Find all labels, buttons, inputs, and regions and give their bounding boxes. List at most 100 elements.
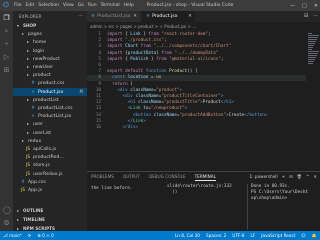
more-actions-icon[interactable]: ···	[78, 13, 83, 19]
folder-item[interactable]: ▸ login	[13, 47, 87, 55]
code-line[interactable]: import Chart from "../../components/char…	[107, 44, 231, 49]
file-item[interactable]: # product.css	[13, 79, 87, 87]
terminal-output-middle[interactable]: slide\router\route.js:332 ))	[167, 184, 232, 196]
code-line[interactable]: </Link>	[107, 119, 146, 124]
code-token: "product"	[156, 87, 180, 93]
terminal-shell-select[interactable]: 1: powershell	[250, 174, 278, 180]
close-panel-icon[interactable]: ✕	[313, 174, 317, 180]
menu-run[interactable]: Run	[88, 3, 97, 8]
panel-tab-debug-console[interactable]: DEBUG CONSOLE	[149, 174, 186, 181]
breadcrumb[interactable]: admin > src > pages > product > ⚛ Produc…	[90, 23, 196, 30]
menu-terminal[interactable]: Terminal	[101, 3, 120, 8]
file-item[interactable]: # productList.css	[13, 104, 87, 112]
tree-item-label: redux	[28, 138, 42, 144]
minimap[interactable]	[306, 30, 320, 171]
maximize-icon[interactable]: □	[302, 3, 307, 9]
code-line[interactable]: <div className="product">	[107, 88, 182, 93]
code-line[interactable]: <Link to="/newproduct">	[107, 106, 188, 111]
status-right-item[interactable]: UTF-8	[232, 231, 244, 240]
code-line[interactable]: import { Link } from "react-router-dom";	[107, 32, 211, 37]
code-line[interactable]: import { Publish } from "@material-ui/ic…	[107, 57, 223, 62]
code-line[interactable]: const location = us	[107, 75, 161, 80]
status-right-item[interactable]: Spaces: 2	[206, 231, 226, 240]
account-icon[interactable]: ◯	[3, 207, 11, 214]
terminal-output-right[interactable]: Done in 80.93s. PS C:\Users\Your\Deskt op\…	[251, 184, 308, 202]
code-token: import	[107, 38, 123, 44]
status-right-item[interactable]: ☺	[301, 231, 305, 240]
code-token: >	[220, 94, 224, 99]
menu-edit[interactable]: Edit	[26, 3, 35, 8]
code-line[interactable]: import {productData} from "../../dummyDa…	[107, 51, 218, 56]
panel-tab-terminal[interactable]: TERMINAL	[194, 174, 216, 181]
code-token: from	[138, 44, 151, 50]
panel-tab-output[interactable]: OUTPUT	[123, 174, 140, 181]
file-item[interactable]: ⚛ Product.jsx M	[13, 87, 87, 96]
status-right-item[interactable]: 🔔	[312, 231, 317, 240]
panel-tab-problems[interactable]: PROBLEMS	[91, 174, 114, 181]
status-right-item[interactable]: JavaScript React	[261, 231, 295, 240]
code-line[interactable]: import "./product.css";	[107, 38, 167, 43]
file-item[interactable]: JS App.js	[13, 186, 87, 194]
source-control-icon[interactable]: ⑂	[3, 41, 10, 48]
close-tab-icon[interactable]: ✕	[188, 11, 192, 22]
folder-item[interactable]: ▸ product	[13, 71, 87, 79]
code-token: "@material-ui/icons"	[166, 56, 221, 62]
folder-item[interactable]: ▸ pages	[13, 30, 87, 38]
minimap-line	[308, 61, 314, 62]
folder-item[interactable]: ▸ home	[13, 38, 87, 46]
new-terminal-icon[interactable]: +	[282, 174, 286, 180]
code-line[interactable]: <h1 className="productTitle">Product</h1…	[107, 100, 234, 105]
kill-terminal-icon[interactable]: 🗑	[297, 174, 302, 180]
extensions-icon[interactable]: ⊞	[3, 67, 10, 74]
code-editor[interactable]: 1 import { Link } from "react-router-dom"…	[87, 30, 320, 171]
code-line[interactable]: export default function Product() {	[107, 69, 198, 74]
tab-product-jsx[interactable]: ⚛ Product.jsx ✕	[142, 11, 196, 22]
folder-item[interactable]: ▸ newUser	[13, 63, 87, 71]
code-line[interactable]: </div>	[107, 125, 139, 130]
file-item[interactable]: JS apiCalls.js	[13, 145, 87, 153]
terminal-output-left[interactable]: the line before.	[91, 186, 132, 192]
close-tab-icon[interactable]: ✕	[133, 11, 137, 22]
menu-file[interactable]: File	[14, 3, 22, 8]
file-item[interactable]: JS userRedux.js	[13, 170, 87, 178]
split-editor-icon[interactable]: ⊟	[304, 11, 308, 22]
status-left-item[interactable]: ⊗ 0 ⚠ 0	[37, 231, 54, 240]
folder-item[interactable]: ▸ user	[13, 120, 87, 128]
folder-item[interactable]: ▸ newProduct	[13, 55, 87, 63]
close-icon[interactable]: ✕	[314, 3, 318, 9]
maximize-panel-icon[interactable]: ^	[306, 174, 310, 180]
status-left-item[interactable]: ⎇ main*	[3, 231, 22, 240]
file-item[interactable]: JS productRed...	[13, 153, 87, 161]
status-left-item[interactable]: ⟳	[28, 231, 32, 240]
file-item[interactable]: # App.css	[13, 178, 87, 186]
explorer-icon[interactable]: ❐	[3, 15, 10, 22]
minimize-icon[interactable]: —	[290, 3, 295, 9]
status-right-item[interactable]: LF	[251, 231, 256, 240]
explorer-header: EXPLORER	[19, 14, 42, 19]
folder-item[interactable]: ▸ userList	[13, 129, 87, 137]
terminal-split-divider[interactable]	[247, 184, 248, 230]
folder-item[interactable]: ▸ productList	[13, 96, 87, 104]
section-outline[interactable]: ▸ OUTLINE	[13, 207, 87, 215]
run-debug-icon[interactable]: ▷	[3, 54, 10, 61]
more-editor-actions-icon[interactable]: ···	[313, 11, 318, 22]
minimap-line	[308, 43, 315, 44]
menu-go[interactable]: Go	[78, 3, 84, 8]
activity-bar: ❐ ⌕ ⑂ ▷ ⊞ ◯ ⚙	[0, 11, 13, 240]
split-terminal-icon[interactable]: ⊟	[289, 174, 293, 180]
folder-item[interactable]: ▸ redux	[13, 137, 87, 145]
code-line[interactable]: <div className="productTitleContainer">	[107, 94, 224, 99]
section-shop[interactable]: ▾ SHOP	[13, 22, 87, 30]
settings-gear-icon[interactable]: ⚙	[3, 220, 10, 227]
minimap-line	[308, 35, 319, 36]
file-item[interactable]: ⚛ ProductList.jsx	[13, 112, 87, 120]
status-right-item[interactable]: Ln 8, Col 30	[175, 231, 200, 240]
tab-productlist-jsx[interactable]: ⚛ ProductList.jsx ✕	[87, 11, 141, 22]
section-timeline[interactable]: ▸ TIMELINE	[13, 216, 87, 224]
code-line[interactable]: <button className="productAddButton">Cre…	[107, 113, 268, 118]
code-line[interactable]: return (	[107, 82, 133, 87]
menu-selection[interactable]: Selection	[38, 3, 59, 8]
file-item[interactable]: JS store.js	[13, 161, 87, 169]
menu-view[interactable]: View	[63, 3, 74, 8]
search-icon[interactable]: ⌕	[3, 28, 10, 35]
